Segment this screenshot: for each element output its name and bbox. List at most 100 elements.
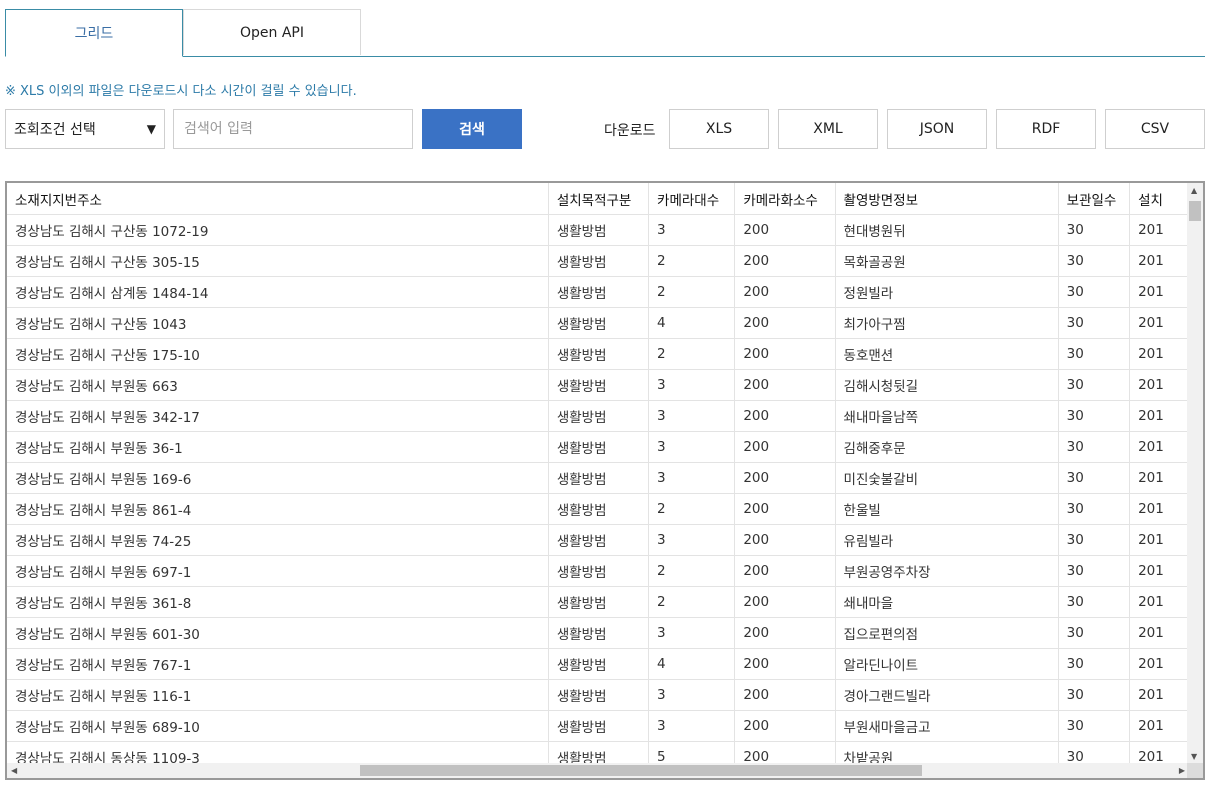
column-camera-count-cell: 2 [648,493,736,525]
table-row[interactable]: 경상남도 김해시 부원동 116-1 생활방범 3 200 경아그랜드빌라 30 201 [7,679,1189,711]
horizontal-scroll-thumb[interactable] [360,765,922,776]
vertical-scrollbar[interactable]: ▲ ▼ [1187,183,1203,765]
data-grid: 소재지지번주소 설치목적구분 카메라대수 카메라화소수 촬영방면정보 보관일수 설치 경상남… [5,181,1205,780]
scroll-down-icon[interactable]: ▼ [1191,752,1197,762]
search-input[interactable] [173,109,413,149]
table-row[interactable]: 경상남도 김해시 삼계동 1484-14 생활방범 2 200 정원빌라 30 201 [7,276,1189,308]
table-row[interactable]: 경상남도 김해시 구산동 1043 생활방범 4 200 최가아구찜 30 201 [7,307,1189,339]
column-address-cell: 경상남도 김해시 부원동 601-30 [7,617,549,649]
column-retention-days-cell: 30 [1058,586,1131,618]
column-retention-days-cell: 30 [1058,710,1131,742]
download-xls-button[interactable]: XLS [669,109,769,149]
column-camera-pixels-cell: 200 [734,493,836,525]
column-purpose-cell: 생활방범 [548,679,650,711]
column-retention-days-cell: 30 [1058,214,1131,246]
column-address-cell: 경상남도 김해시 부원동 697-1 [7,555,549,587]
column-camera-count-cell: 4 [648,648,736,680]
column-camera-pixels-cell: 200 [734,555,836,587]
table-row[interactable]: 경상남도 김해시 부원동 689-10 생활방범 3 200 부원새마을금고 30 201 [7,710,1189,742]
column-purpose-cell: 생활방범 [548,214,650,246]
column-camera-pixels-cell: 200 [734,648,836,680]
column-address-cell: 경상남도 김해시 부원동 169-6 [7,462,549,494]
column-camera-count-cell: 3 [648,462,736,494]
table-row[interactable]: 경상남도 김해시 부원동 342-17 생활방범 3 200 쇄내마을남쪽 30 201 [7,400,1189,432]
column-camera-pixels-header[interactable]: 카메라화소수 [734,183,836,215]
table-row[interactable]: 경상남도 김해시 구산동 305-15 생활방범 2 200 목화골공원 30 201 [7,245,1189,277]
download-rdf-button[interactable]: RDF [996,109,1096,149]
column-install-header[interactable]: 설치 [1129,183,1189,215]
tab-grid[interactable]: 그리드 [5,9,183,57]
column-camera-count-cell: 2 [648,276,736,308]
column-address-cell: 경상남도 김해시 동상동 1109-3 [7,741,549,765]
search-condition-select[interactable]: 조회조건 선택 ▼ [5,109,165,149]
column-camera-count-header[interactable]: 카메라대수 [648,183,736,215]
column-retention-days-cell: 30 [1058,369,1131,401]
column-address-cell: 경상남도 김해시 부원동 689-10 [7,710,549,742]
chevron-down-icon: ▼ [146,122,156,136]
download-json-button[interactable]: JSON [887,109,987,149]
table-row[interactable]: 경상남도 김해시 구산동 175-10 생활방범 2 200 동호맨션 30 201 [7,338,1189,370]
table-row[interactable]: 경상남도 김해시 부원동 697-1 생활방범 2 200 부원공영주차장 30 201 [7,555,1189,587]
column-install-cell: 201 [1129,307,1189,339]
column-retention-days-cell: 30 [1058,617,1131,649]
column-camera-pixels-cell: 200 [734,431,836,463]
table-row[interactable]: 경상남도 김해시 부원동 361-8 생활방범 2 200 쇄내마을 30 201 [7,586,1189,618]
column-address-cell: 경상남도 김해시 부원동 663 [7,369,549,401]
column-camera-count-cell: 4 [648,307,736,339]
column-address-cell: 경상남도 김해시 부원동 342-17 [7,400,549,432]
column-address-cell: 경상남도 김해시 부원동 74-25 [7,524,549,556]
table-row[interactable]: 경상남도 김해시 부원동 74-25 생활방범 3 200 유림빌라 30 201 [7,524,1189,556]
column-install-cell: 201 [1129,586,1189,618]
column-install-cell: 201 [1129,245,1189,277]
column-install-cell: 201 [1129,214,1189,246]
column-address-header[interactable]: 소재지지번주소 [7,183,549,215]
column-camera-count-cell: 2 [648,555,736,587]
column-retention-days-header[interactable]: 보관일수 [1058,183,1131,215]
column-camera-pixels-cell: 200 [734,524,836,556]
download-csv-button[interactable]: CSV [1105,109,1205,149]
vertical-scroll-thumb[interactable] [1189,201,1201,221]
scroll-left-icon[interactable]: ◀ [11,766,17,776]
column-install-cell: 201 [1129,338,1189,370]
table-row[interactable]: 경상남도 김해시 구산동 1072-19 생활방범 3 200 현대병원뒤 30 201 [7,214,1189,246]
column-direction-info-header[interactable]: 촬영방면정보 [835,183,1059,215]
column-purpose-cell: 생활방범 [548,307,650,339]
scroll-up-icon[interactable]: ▲ [1191,186,1197,196]
column-address-cell: 경상남도 김해시 구산동 175-10 [7,338,549,370]
column-install-cell: 201 [1129,710,1189,742]
table-row[interactable]: 경상남도 김해시 부원동 663 생활방범 3 200 김해시청뒷길 30 201 [7,369,1189,401]
horizontal-scrollbar[interactable]: ◀ ▶ [7,763,1189,778]
column-camera-count-cell: 3 [648,369,736,401]
table-row[interactable]: 경상남도 김해시 부원동 169-6 생활방범 3 200 미진숯불갈비 30 201 [7,462,1189,494]
tab-open-api[interactable]: Open API [183,9,361,55]
column-camera-count-cell: 3 [648,710,736,742]
column-purpose-cell: 생활방범 [548,648,650,680]
table-row[interactable]: 경상남도 김해시 부원동 861-4 생활방범 2 200 한울빌 30 201 [7,493,1189,525]
download-xml-button[interactable]: XML [778,109,878,149]
column-direction-info-cell: 쇄내마을 [835,586,1059,618]
column-purpose-cell: 생활방범 [548,493,650,525]
column-retention-days-cell: 30 [1058,431,1131,463]
column-camera-pixels-cell: 200 [734,617,836,649]
table-row[interactable]: 경상남도 김해시 부원동 601-30 생활방범 3 200 집으로편의점 30 201 [7,617,1189,649]
scroll-right-icon[interactable]: ▶ [1179,766,1185,776]
column-install-cell: 201 [1129,679,1189,711]
column-install-cell: 201 [1129,741,1189,765]
column-camera-pixels-cell: 200 [734,214,836,246]
column-purpose-header[interactable]: 설치목적구분 [548,183,650,215]
download-label: 다운로드 [604,123,656,139]
table-body: 경상남도 김해시 구산동 1072-19 생활방범 3 200 현대병원뒤 30 201 경상… [7,214,1189,765]
column-camera-count-cell: 2 [648,338,736,370]
table-row[interactable]: 경상남도 김해시 동상동 1109-3 생활방범 5 200 차밭공원 30 201 [7,741,1189,765]
column-camera-pixels-cell: 200 [734,400,836,432]
table-row[interactable]: 경상남도 김해시 부원동 36-1 생활방범 3 200 김해중후문 30 201 [7,431,1189,463]
column-install-cell: 201 [1129,524,1189,556]
column-install-cell: 201 [1129,555,1189,587]
tab-grid-label: 그리드 [74,26,114,42]
search-button[interactable]: 검색 [422,109,522,149]
column-camera-pixels-cell: 200 [734,679,836,711]
column-direction-info-cell: 현대병원뒤 [835,214,1059,246]
column-address-cell: 경상남도 김해시 부원동 861-4 [7,493,549,525]
table-row[interactable]: 경상남도 김해시 부원동 767-1 생활방범 4 200 알라딘나이트 30 201 [7,648,1189,680]
column-retention-days-cell: 30 [1058,741,1131,765]
